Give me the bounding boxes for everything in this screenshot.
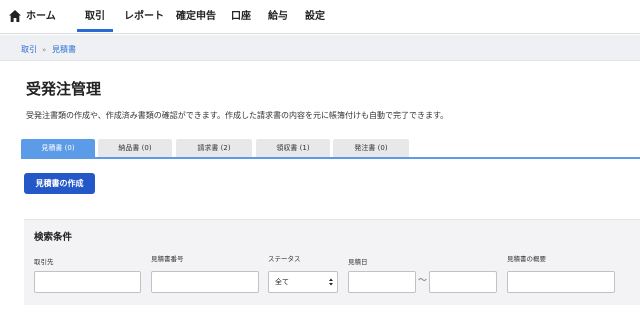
tab-delivery-notes[interactable]: 納品書 (0) (98, 139, 172, 157)
estimate-number-input[interactable] (151, 271, 259, 293)
nav-item-transactions[interactable]: 取引 (85, 10, 105, 24)
nav-active-indicator (77, 29, 113, 32)
home-icon[interactable] (8, 9, 22, 23)
breadcrumb-item-transactions[interactable]: 取引 (21, 45, 37, 55)
partner-label: 取引先 (34, 258, 54, 266)
status-label: ステータス (268, 255, 301, 263)
estimate-date-to-input[interactable] (429, 271, 497, 293)
date-range-separator: 〜 (418, 276, 428, 286)
partner-input[interactable] (34, 271, 141, 293)
nav-item-payroll[interactable]: 給与 (268, 10, 288, 24)
tab-receipts[interactable]: 領収書 (1) (256, 139, 330, 157)
create-estimate-button[interactable]: 見積書の作成 (24, 173, 95, 194)
nav-item-settings[interactable]: 設定 (305, 10, 325, 24)
estimate-summary-label: 見積書の概要 (507, 255, 546, 263)
page-title: 受発注管理 (26, 80, 102, 98)
breadcrumb-item-estimates[interactable]: 見積書 (52, 45, 76, 55)
nav-item-home[interactable]: ホーム (26, 10, 56, 24)
estimate-date-label: 見積日 (348, 258, 368, 266)
estimate-date-from-input[interactable] (348, 271, 416, 293)
nav-item-accounts[interactable]: 口座 (231, 10, 251, 24)
top-nav: ホーム 取引 レポート 確定申告 口座 給与 設定 (0, 0, 640, 34)
nav-item-reports[interactable]: レポート (124, 10, 164, 24)
estimate-summary-input[interactable] (507, 271, 615, 293)
nav-item-tax-return[interactable]: 確定申告 (176, 10, 216, 24)
chevron-updown-icon (329, 278, 333, 286)
tab-estimates[interactable]: 見積書 (0) (21, 139, 95, 157)
estimate-number-label: 見積書番号 (151, 255, 184, 263)
page-description: 受発注書類の作成や、作成済み書類の確認ができます。作成した請求書の内容を元に帳簿… (26, 111, 449, 120)
tab-purchase-orders[interactable]: 発注書 (0) (333, 139, 409, 157)
breadcrumb (0, 35, 640, 61)
tab-underline (21, 157, 640, 159)
tab-invoices[interactable]: 請求書 (2) (176, 139, 252, 157)
search-panel-title: 検索条件 (34, 232, 73, 243)
breadcrumb-separator: » (42, 46, 47, 54)
